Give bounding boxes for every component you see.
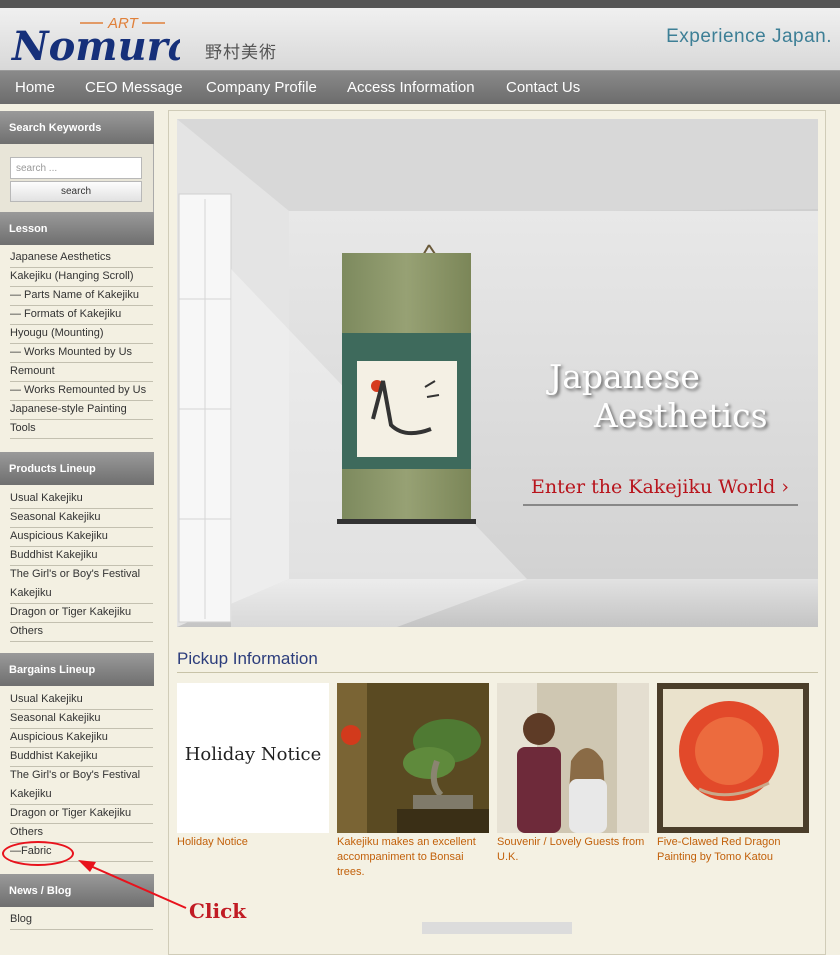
nav-contact-us[interactable]: Contact Us — [506, 79, 580, 96]
sidebar-item-remount[interactable]: Remount — [10, 363, 153, 382]
sidebar-item-kakejiku-hanging-scroll[interactable]: Kakejiku (Hanging Scroll) — [10, 268, 153, 287]
site-header: ART Nomura 野村美術 Experience Japan. — [0, 8, 840, 70]
pickup-card-dragon[interactable]: Five-Clawed Red Dragon Painting by Tomo … — [657, 683, 809, 865]
search-input[interactable]: search ... — [10, 157, 142, 179]
tagline: Experience Japan. — [666, 26, 832, 47]
enter-kakejiku-world-link[interactable]: Enter the Kakejiku World › — [531, 476, 789, 498]
red-dragon-painting — [657, 683, 809, 833]
pickup-card-bonsai[interactable]: Kakejiku makes an excellent accompanimen… — [337, 683, 489, 880]
sidebar-item-works-mounted[interactable]: — Works Mounted by Us — [10, 344, 153, 363]
bargain-item-auspicious-kakejiku[interactable]: Auspicious Kakejiku — [10, 729, 153, 748]
bargain-item-festival-kakejiku[interactable]: Kakejiku — [10, 786, 153, 805]
hero-banner[interactable]: Japanese Aesthetics Enter the Kakejiku W… — [177, 119, 818, 627]
sidebar-item-japanese-aesthetics[interactable]: Japanese Aesthetics — [10, 249, 153, 268]
sidebar-item-others[interactable]: Others — [10, 623, 153, 642]
search-keywords-heading: Search Keywords — [0, 111, 154, 144]
logo-japanese-name: 野村美術 — [205, 43, 277, 63]
products-lineup-heading: Products Lineup — [0, 452, 154, 485]
souvenir-thumbnail[interactable] — [497, 683, 649, 833]
pickup-divider — [177, 672, 818, 673]
nav-company-profile[interactable]: Company Profile — [206, 79, 317, 96]
hero-title-line1: Japanese — [549, 357, 700, 396]
bargain-item-dragon-tiger[interactable]: Dragon or Tiger Kakejiku — [10, 805, 153, 824]
sidebar-item-dragon-tiger[interactable]: Dragon or Tiger Kakejiku — [10, 604, 153, 623]
card-label[interactable]: Holiday Notice — [177, 835, 329, 850]
bargain-item-seasonal-kakejiku[interactable]: Seasonal Kakejiku — [10, 710, 153, 729]
card-label[interactable]: Souvenir / Lovely Guests from U.K. — [497, 835, 649, 865]
cta-underline — [523, 504, 798, 506]
top-border-strip — [0, 0, 840, 8]
pickup-information-heading: Pickup Information — [177, 649, 318, 668]
nav-home[interactable]: Home — [15, 79, 55, 96]
sidebar-item-auspicious-kakejiku[interactable]: Auspicious Kakejiku — [10, 528, 153, 547]
hero-room-illustration — [177, 119, 818, 627]
main-content: Japanese Aesthetics Enter the Kakejiku W… — [168, 110, 826, 955]
sidebar-item-hyougu[interactable]: Hyougu (Mounting) — [10, 325, 153, 344]
bottom-scroll-tab[interactable] — [422, 922, 572, 934]
lesson-list: Japanese Aesthetics Kakejiku (Hanging Sc… — [0, 249, 154, 439]
sidebar-item-works-remounted[interactable]: — Works Remounted by Us — [10, 382, 153, 401]
bargain-item-buddhist-kakejiku[interactable]: Buddhist Kakejiku — [10, 748, 153, 767]
sidebar-item-tools[interactable]: Tools — [10, 420, 153, 439]
nomura-art-logo[interactable]: ART Nomura — [10, 10, 180, 68]
card-label[interactable]: Kakejiku makes an excellent accompanimen… — [337, 835, 489, 880]
sidebar-item-japanese-style-painting[interactable]: Japanese-style Painting — [10, 401, 153, 420]
sidebar-item-formats[interactable]: — Formats of Kakejiku — [10, 306, 153, 325]
dragon-painting-thumbnail[interactable] — [657, 683, 809, 833]
bargains-list: Usual Kakejiku Seasonal Kakejiku Auspici… — [0, 691, 154, 862]
lesson-heading: Lesson — [0, 212, 154, 245]
bargain-item-usual-kakejiku[interactable]: Usual Kakejiku — [10, 691, 153, 710]
logo-main-text: Nomura — [10, 23, 180, 68]
products-list: Usual Kakejiku Seasonal Kakejiku Auspici… — [0, 490, 154, 642]
sidebar-item-festival[interactable]: The Girl's or Boy's Festival — [10, 566, 153, 585]
guests-photo — [497, 683, 649, 833]
pickup-card-holiday[interactable]: Holiday Notice Holiday Notice — [177, 683, 329, 850]
sidebar-item-usual-kakejiku[interactable]: Usual Kakejiku — [10, 490, 153, 509]
bargain-item-others[interactable]: Others — [10, 824, 153, 843]
holiday-notice-thumb-text: Holiday Notice — [184, 744, 322, 765]
news-list: Blog — [0, 911, 154, 930]
bargain-item-festival[interactable]: The Girl's or Boy's Festival — [10, 767, 153, 786]
sidebar-item-blog[interactable]: Blog — [10, 911, 153, 930]
pickup-card-souvenir[interactable]: Souvenir / Lovely Guests from U.K. — [497, 683, 649, 865]
main-navigation: Home CEO Message Company Profile Access … — [0, 70, 840, 104]
hero-title-line2: Aesthetics — [594, 396, 768, 435]
bargains-lineup-heading: Bargains Lineup — [0, 653, 154, 686]
card-label[interactable]: Five-Clawed Red Dragon Painting by Tomo … — [657, 835, 809, 865]
click-annotation-label: Click — [189, 899, 247, 923]
sidebar: Search Keywords search ... search Lesson… — [0, 110, 154, 955]
bonsai-photo — [337, 683, 489, 833]
bonsai-thumbnail[interactable] — [337, 683, 489, 833]
news-blog-heading: News / Blog — [0, 874, 154, 907]
nav-ceo-message[interactable]: CEO Message — [85, 79, 183, 96]
sidebar-item-parts-name[interactable]: — Parts Name of Kakejiku — [10, 287, 153, 306]
sidebar-item-buddhist-kakejiku[interactable]: Buddhist Kakejiku — [10, 547, 153, 566]
click-highlight-ellipse — [2, 841, 74, 866]
sidebar-item-festival-kakejiku[interactable]: Kakejiku — [10, 585, 153, 604]
sidebar-item-seasonal-kakejiku[interactable]: Seasonal Kakejiku — [10, 509, 153, 528]
nav-access-information[interactable]: Access Information — [347, 79, 475, 96]
search-button[interactable]: search — [10, 181, 142, 202]
holiday-notice-thumbnail[interactable]: Holiday Notice — [177, 683, 329, 833]
